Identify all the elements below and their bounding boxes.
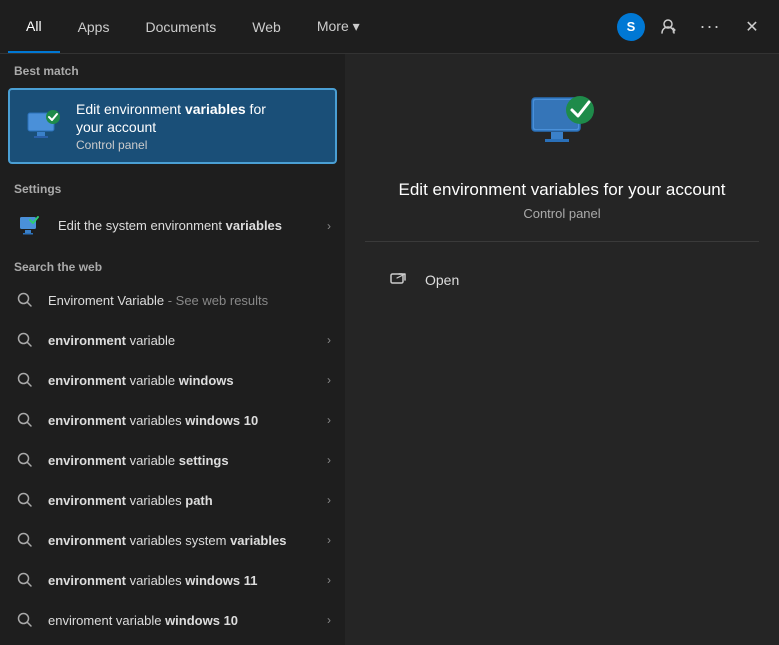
settings-item-text: Edit the system environment variables [58, 218, 327, 235]
web-item-0[interactable]: Enviroment Variable - See web results [0, 280, 345, 320]
tab-all[interactable]: All [8, 0, 60, 53]
more-options-button[interactable]: ··· [691, 8, 729, 46]
web-item-7[interactable]: environment variables windows 11 › [0, 560, 345, 600]
feedback-button[interactable] [649, 8, 687, 46]
search-icon-0 [14, 289, 36, 311]
web-item-4-text: environment variable settings [48, 453, 327, 468]
left-panel: Best match Edit environment variables fo… [0, 54, 345, 645]
nav-actions: S ··· ✕ [617, 8, 771, 46]
web-item-7-text: environment variables windows 11 [48, 573, 327, 588]
right-app-icon [522, 84, 602, 164]
right-app-title: Edit environment variables for your acco… [399, 180, 726, 200]
web-item-5[interactable]: environment variables path › [0, 480, 345, 520]
tab-more[interactable]: More ▾ [299, 0, 378, 53]
search-icon-1 [14, 329, 36, 351]
web-item-5-chevron: › [327, 493, 331, 507]
web-item-4-chevron: › [327, 453, 331, 467]
settings-label: Settings [0, 172, 345, 202]
web-item-5-text: environment variables path [48, 493, 327, 508]
web-item-6-text: environment variables system variables [48, 533, 327, 548]
web-item-2[interactable]: environment variable windows › [0, 360, 345, 400]
web-item-8-chevron: › [327, 613, 331, 627]
best-match-app-icon [22, 105, 64, 147]
tab-web[interactable]: Web [234, 0, 299, 53]
close-button[interactable]: ✕ [733, 8, 771, 46]
best-match-subtitle: Control panel [76, 138, 323, 152]
search-icon-5 [14, 489, 36, 511]
settings-item-icon [14, 210, 46, 242]
search-icon-4 [14, 449, 36, 471]
best-match-item[interactable]: Edit environment variables foryour accou… [8, 88, 337, 164]
tab-documents[interactable]: Documents [127, 0, 234, 53]
settings-item[interactable]: Edit the system environment variables › [0, 202, 345, 250]
web-item-8-text: enviroment variable windows 10 [48, 613, 327, 628]
right-app-subtitle: Control panel [523, 206, 600, 221]
web-item-3[interactable]: environment variables windows 10 › [0, 400, 345, 440]
web-item-0-text: Enviroment Variable - See web results [48, 293, 331, 308]
settings-item-chevron: › [327, 219, 331, 233]
web-search-label: Search the web [0, 250, 345, 280]
top-nav: All Apps Documents Web More ▾ S ··· ✕ [0, 0, 779, 54]
search-icon-7 [14, 569, 36, 591]
search-icon-2 [14, 369, 36, 391]
web-item-2-chevron: › [327, 373, 331, 387]
web-item-6-chevron: › [327, 533, 331, 547]
user-avatar[interactable]: S [617, 13, 645, 41]
web-item-4[interactable]: environment variable settings › [0, 440, 345, 480]
open-icon [385, 266, 413, 294]
web-item-3-text: environment variables windows 10 [48, 413, 327, 428]
open-action[interactable]: Open [375, 258, 749, 302]
right-actions: Open [365, 258, 759, 302]
right-divider [365, 241, 759, 242]
main-layout: Best match Edit environment variables fo… [0, 54, 779, 645]
web-item-1-chevron: › [327, 333, 331, 347]
web-item-6[interactable]: environment variables system variables › [0, 520, 345, 560]
tab-apps[interactable]: Apps [60, 0, 128, 53]
right-panel: Edit environment variables for your acco… [345, 54, 779, 645]
best-match-label: Best match [0, 54, 345, 84]
web-item-1-text: environment variable [48, 333, 327, 348]
web-item-3-chevron: › [327, 413, 331, 427]
search-icon-8 [14, 609, 36, 631]
web-item-2-text: environment variable windows [48, 373, 327, 388]
search-icon-6 [14, 529, 36, 551]
open-label: Open [425, 272, 459, 288]
best-match-title: Edit environment variables foryour accou… [76, 100, 323, 136]
web-item-7-chevron: › [327, 573, 331, 587]
best-match-text: Edit environment variables foryour accou… [76, 100, 323, 152]
search-icon-3 [14, 409, 36, 431]
web-item-1[interactable]: environment variable › [0, 320, 345, 360]
web-item-8[interactable]: enviroment variable windows 10 › [0, 600, 345, 640]
